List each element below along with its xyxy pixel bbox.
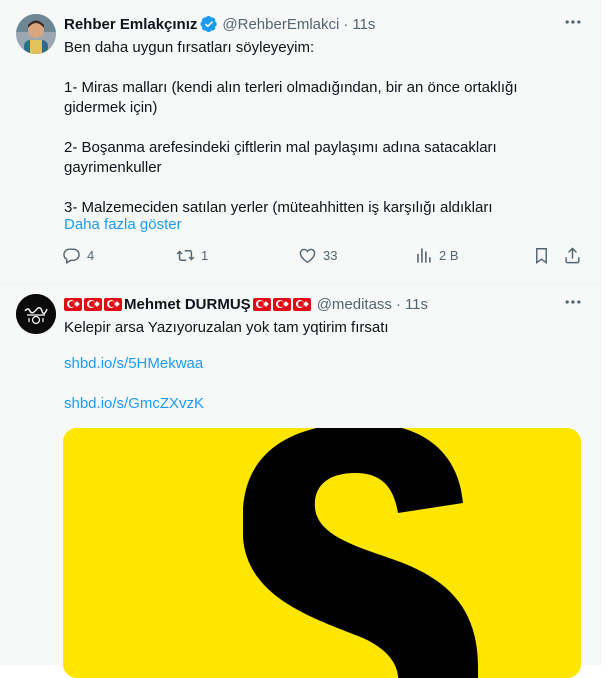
more-icon[interactable] [562,292,584,314]
tweet-link[interactable]: shbd.io/s/GmcZXvzK [64,395,204,412]
retweet-button[interactable]: 1 [176,246,208,265]
avatar[interactable] [16,14,56,54]
like-button[interactable]: 33 [298,246,337,265]
retweet-count: 1 [201,248,209,263]
views-button[interactable]: 2 B [414,246,459,265]
avatar[interactable] [16,294,56,334]
separator-dot: · [343,15,349,33]
text-line: 3- Malzemeciden satılan yerler (müteahhi… [64,199,493,216]
text-line [64,178,584,198]
turkish-flag-icon [84,297,102,311]
timeline: Rehber Emlakçınız @RehberEmlakci · 11s B… [0,0,601,678]
text-line: 1- Miras malları (kendi alın terleri olm… [64,79,518,96]
tweet-actions: 4 1 33 2 B [58,246,588,270]
username[interactable]: @RehberEmlakci [222,16,339,33]
tweet-header: Mehmet DURMUŞ @meditass · 11s [64,294,428,314]
views-icon [417,248,431,263]
reply-button[interactable]: 4 [62,246,94,265]
display-name[interactable]: Mehmet DURMUŞ [124,296,251,313]
display-name[interactable]: Rehber Emlakçınız [64,16,197,33]
like-count: 33 [323,248,338,263]
share-button[interactable] [563,246,582,265]
tweet-text: Ben daha uygun fırsatları söyleyeyim: 1-… [64,38,584,218]
turkish-flag-icon [64,297,82,311]
like-icon [299,248,316,264]
retweet-icon [176,250,195,261]
tweet[interactable]: Rehber Emlakçınız @RehberEmlakci · 11s B… [0,0,600,284]
text-line: Kelepir arsa Yazıyoruzalan yok tam yqtir… [64,319,389,336]
reply-icon [63,248,80,264]
tweet-link[interactable]: shbd.io/s/5HMekwaa [64,355,203,372]
reply-count: 4 [87,248,95,263]
timestamp[interactable]: 11s [352,16,375,33]
turkish-flag-icon [292,297,311,311]
turkish-flag-icon [252,297,271,311]
text-line: Ben daha uygun fırsatları söyleyeyim: [64,39,315,56]
text-line: gayrimenkuller [64,159,162,176]
share-icon [565,247,580,264]
more-icon[interactable] [562,12,584,34]
text-line: 2- Boşanma arefesindeki çiftlerin mal pa… [64,139,497,156]
tweet[interactable]: Mehmet DURMUŞ @meditass · 11s Kelepir ar… [0,284,600,678]
media-image[interactable] [63,428,581,678]
username[interactable]: @meditass [317,296,392,313]
logo-image [63,428,581,678]
bookmark-button[interactable] [532,246,551,265]
text-line: gidermek için) [64,99,158,116]
verified-badge-icon [200,15,218,33]
text-line [64,58,584,78]
turkish-flag-icon [272,297,291,311]
turkish-flag-icon [104,297,122,311]
text-line [64,118,584,138]
views-count: 2 B [439,248,459,263]
show-more-link[interactable]: Daha fazla göster [64,216,182,233]
tweet-header: Rehber Emlakçınız @RehberEmlakci · 11s [64,14,375,34]
tweet-text: Kelepir arsa Yazıyoruzalan yok tam yqtir… [64,318,584,338]
separator-dot: · [395,295,401,313]
timestamp[interactable]: 11s [405,296,428,313]
bookmark-icon [536,248,547,265]
